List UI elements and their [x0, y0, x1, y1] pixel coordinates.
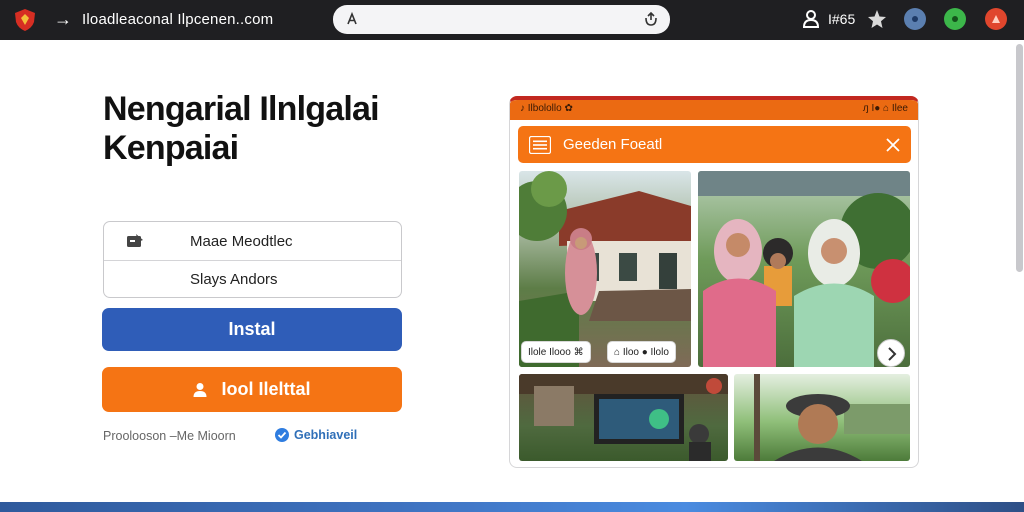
- phone-preview: ♪ Ilbolollo ✿ ԓ I● ⌂ Ilee Geeden Foeatl: [509, 96, 919, 468]
- page-title: Nengarial Ilnlgalai Kenpaiai: [103, 90, 433, 168]
- globe-icon[interactable]: [904, 8, 926, 30]
- option-item-2[interactable]: Slays Andors: [190, 271, 278, 288]
- star-icon[interactable]: [866, 8, 888, 30]
- install-button[interactable]: Instal: [102, 308, 402, 351]
- page-scrollbar[interactable]: [1016, 44, 1023, 272]
- tag-icon: [127, 234, 143, 247]
- check-badge-icon: [275, 428, 289, 442]
- back-arrow-icon[interactable]: →: [54, 9, 72, 29]
- status-left-text: ♪ Ilbolollo ✿: [520, 103, 573, 114]
- verified-link[interactable]: Gebhiaveil: [275, 428, 357, 442]
- menu-icon[interactable]: [529, 136, 551, 154]
- photo-man[interactable]: [734, 374, 910, 461]
- shield-logo-icon[interactable]: [14, 8, 36, 32]
- photo-caption-2[interactable]: ⌂ Iloo ● Ilolo: [607, 341, 676, 363]
- secondary-action-button[interactable]: Iool Ilelttal: [102, 367, 402, 412]
- photo-house[interactable]: [519, 171, 691, 367]
- page-title-line-2: Kenpaiai: [103, 129, 239, 167]
- bottom-banner-strip: [0, 502, 1024, 512]
- photo-caption-1[interactable]: Ilole Ilooo ⌘: [521, 341, 591, 363]
- photo-group[interactable]: [698, 171, 910, 367]
- status-right-text: ԓ I● ⌂ Ilee: [862, 103, 908, 114]
- app-title: Geeden Foeatl: [563, 136, 663, 153]
- green-dot-icon[interactable]: [944, 8, 966, 30]
- chevron-right-icon: [888, 347, 897, 361]
- user-icon[interactable]: [802, 9, 822, 29]
- address-lock-icon: [347, 11, 357, 25]
- footnote-text: Proolooson –Me Mioorn: [103, 429, 236, 443]
- app-header: Geeden Foeatl: [518, 126, 911, 163]
- phone-status-bar: ♪ Ilbolollo ✿ ԓ I● ⌂ Ilee: [510, 100, 918, 120]
- address-bar[interactable]: [333, 5, 670, 34]
- option-item-1[interactable]: Maae Meodtlec: [190, 233, 293, 250]
- close-icon[interactable]: [885, 137, 901, 153]
- user-count: I#65: [828, 11, 856, 27]
- browser-toolbar: → Iloadleaconal Ilpcenen..com I#65: [0, 0, 1024, 40]
- option-group: Maae Meodtlec Slays Andors: [103, 221, 402, 298]
- verified-label: Gebhiaveil: [294, 428, 358, 442]
- site-url[interactable]: Iloadleaconal Ilpcenen..com: [82, 11, 273, 28]
- user-icon: [193, 382, 207, 397]
- page-title-line-1: Nengarial Ilnlgalai: [103, 90, 380, 128]
- photo-porch-screen[interactable]: [519, 374, 728, 461]
- option-divider: [104, 260, 401, 261]
- red-profile-icon[interactable]: [985, 8, 1007, 30]
- address-reload-icon[interactable]: [642, 10, 660, 28]
- expand-button[interactable]: [877, 339, 905, 367]
- secondary-action-label: Iool Ilelttal: [221, 379, 311, 399]
